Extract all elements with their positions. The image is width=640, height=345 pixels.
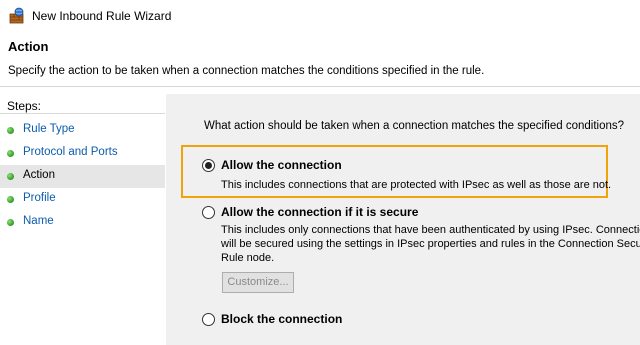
steps-sidebar: Steps: Rule Type Protocol and Ports Acti… (0, 94, 165, 345)
step-label: Action (23, 169, 55, 181)
step-action[interactable]: Action (0, 165, 165, 188)
allow-secure-description-line1: This includes only connections that have… (221, 224, 640, 236)
step-rule-type[interactable]: Rule Type (0, 119, 165, 142)
allow-secure-description-line2: will be secured using the settings in IP… (221, 238, 640, 250)
green-dot-icon (7, 196, 14, 203)
block-label[interactable]: Block the connection (221, 312, 342, 326)
page-description: Specify the action to be taken when a co… (8, 65, 485, 77)
green-dot-icon (7, 150, 14, 157)
window-title: New Inbound Rule Wizard (32, 9, 172, 23)
step-protocol-and-ports[interactable]: Protocol and Ports (0, 142, 165, 165)
page-title: Action (8, 39, 49, 54)
steps-label: Steps: (7, 99, 42, 113)
green-dot-icon (7, 219, 14, 226)
title-bar: New Inbound Rule Wizard (0, 0, 640, 32)
step-name[interactable]: Name (0, 211, 165, 234)
wizard-header: Action Specify the action to be taken wh… (0, 32, 640, 86)
allow-secure-radio[interactable] (202, 206, 215, 219)
block-radio[interactable] (202, 313, 215, 326)
steps-divider (0, 113, 165, 114)
green-dot-icon (7, 127, 14, 134)
step-label: Name (23, 215, 54, 227)
action-panel: What action should be taken when a conne… (166, 94, 640, 345)
header-divider (0, 86, 640, 87)
green-dot-icon (7, 173, 14, 180)
allow-radio[interactable] (202, 159, 215, 172)
allow-description: This includes connections that are prote… (221, 179, 612, 191)
step-label: Rule Type (23, 123, 75, 135)
step-label: Profile (23, 192, 56, 204)
step-profile[interactable]: Profile (0, 188, 165, 211)
allow-secure-label[interactable]: Allow the connection if it is secure (221, 205, 418, 219)
allow-secure-description-line3: Rule node. (221, 252, 275, 264)
action-question: What action should be taken when a conne… (204, 120, 625, 132)
allow-label[interactable]: Allow the connection (221, 158, 342, 172)
step-label: Protocol and Ports (23, 146, 118, 158)
firewall-wizard-icon (9, 7, 24, 24)
customize-button[interactable]: Customize... (222, 272, 294, 293)
